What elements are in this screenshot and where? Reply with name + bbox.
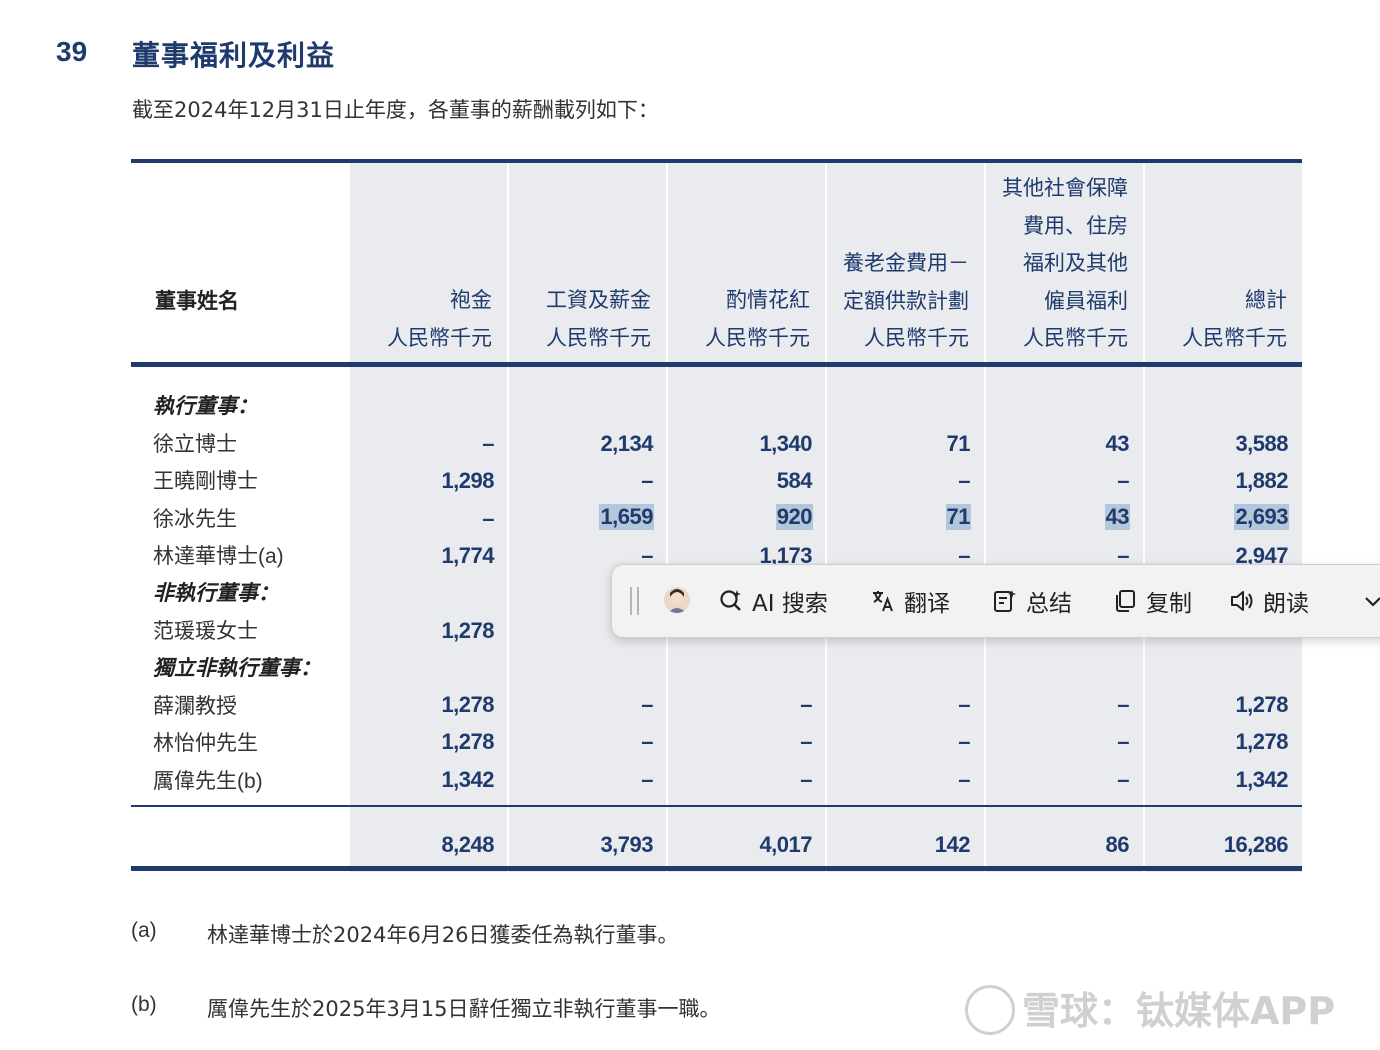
table-cell: 1,342 (1235, 767, 1288, 792)
chevron-down-icon (1365, 597, 1380, 607)
copy-label: 复制 (1146, 591, 1192, 617)
table-cell: 1,278 (441, 692, 494, 717)
selected-cell[interactable]: 71 (945, 504, 971, 530)
table-cell: – (958, 729, 970, 754)
table-cell: 43 (1105, 431, 1130, 456)
name-header: 董事姓名 (155, 289, 239, 313)
col-header-fees: 袍金 人民幣千元 (387, 288, 492, 350)
summary-icon (994, 590, 1016, 612)
drag-handle[interactable] (630, 587, 640, 615)
top-rule (131, 159, 1302, 163)
table-cell: 1,278 (441, 618, 494, 643)
footnote-text: 厲偉先生於2025年3月15日辭任獨立非執行董事一職。 (207, 997, 721, 1021)
table-cell: – (800, 692, 812, 717)
selection-toolbar: AI 搜索 翻译 总结 复制 朗读 (611, 564, 1380, 638)
table-cell: 1,340 (759, 431, 812, 456)
total-cell: 86 (1105, 832, 1130, 857)
col-header-other-benefits: 其他社會保障 費用、住房 福利及其他 僱員福利 人民幣千元 (1002, 176, 1128, 350)
footnote-text: 林達華博士於2024年6月26日獲委任為執行董事。 (207, 923, 679, 947)
table-cell: – (641, 468, 653, 493)
table-cell: – (482, 431, 494, 456)
section-title: 董事福利及利益 (132, 39, 336, 72)
director-name: 厲偉先生(b) (153, 769, 263, 793)
intro-text: 截至2024年12月31日止年度，各董事的薪酬載列如下： (132, 98, 659, 122)
copy-button[interactable]: 复制 (1112, 583, 1192, 619)
director-name: 薛瀾教授 (153, 694, 237, 718)
copy-icon (1116, 590, 1135, 612)
read-aloud-label: 朗读 (1263, 591, 1309, 617)
summary-button[interactable]: 总结 (992, 583, 1072, 619)
more-options-button[interactable] (1362, 583, 1380, 619)
col-header-bonus: 酌情花紅 人民幣千元 (705, 288, 810, 350)
group-executive: 執行董事： (153, 394, 258, 418)
section-number: 39 (56, 36, 88, 67)
bottom-rule (131, 866, 1302, 871)
ai-search-label: AI 搜索 (752, 591, 828, 617)
translate-icon (873, 591, 893, 612)
table-cell: 1,298 (441, 468, 494, 493)
director-name: 徐冰先生 (153, 507, 237, 531)
table-cell: – (958, 767, 970, 792)
director-name: 林達華博士(a) (153, 544, 284, 568)
speaker-icon (1231, 591, 1253, 611)
director-name: 林怡仲先生 (153, 731, 258, 755)
table-cell: 1,278 (1235, 729, 1288, 754)
table-cell: 2,134 (600, 431, 653, 456)
table-cell: 584 (776, 468, 813, 493)
table-cell: – (1117, 468, 1129, 493)
selected-cell[interactable]: 920 (775, 504, 813, 530)
table-cell: 1,882 (1235, 468, 1288, 493)
total-cell: 3,793 (600, 832, 653, 857)
table-cell: 3,588 (1235, 431, 1288, 456)
group-non-executive: 非執行董事： (153, 581, 279, 605)
table-cell: – (641, 729, 653, 754)
ai-search-icon (720, 590, 741, 611)
ai-search-button[interactable]: AI 搜索 (718, 583, 828, 619)
footnote-tag: (b) (131, 993, 157, 1016)
footnote-tag: (a) (131, 919, 157, 942)
total-cell: 4,017 (759, 832, 812, 857)
selected-cell[interactable]: 2,693 (1234, 504, 1289, 530)
subtotal-rule (131, 805, 1302, 807)
watermark: 雪球：钛媒体APP (1022, 989, 1336, 1033)
table-cell: – (641, 692, 653, 717)
table-cell: – (800, 767, 812, 792)
table-cell: – (641, 767, 653, 792)
selected-cell[interactable]: 43 (1104, 504, 1130, 530)
table-cell: – (958, 692, 970, 717)
translate-button[interactable]: 翻译 (870, 583, 950, 619)
selected-cell[interactable]: 1,659 (599, 504, 654, 530)
table-cell: – (482, 506, 494, 531)
watermark-logo-icon (965, 985, 1015, 1035)
table-cell: 1,278 (441, 729, 494, 754)
table-cell: 1,342 (441, 767, 494, 792)
director-name: 范瑗瑗女士 (153, 619, 258, 643)
total-cell: 8,248 (441, 832, 494, 857)
header-rule (131, 362, 1302, 367)
director-name: 王曉剛博士 (153, 469, 258, 493)
total-cell: 142 (934, 832, 971, 857)
col-header-total: 總計 人民幣千元 (1182, 288, 1287, 350)
table-cell: – (1117, 767, 1129, 792)
translate-label: 翻译 (904, 591, 950, 617)
summary-label: 总结 (1026, 591, 1072, 617)
director-name: 徐立博士 (153, 432, 237, 456)
table-cell: 71 (946, 431, 971, 456)
remuneration-table: 董事姓名 袍金 人民幣千元 工資及薪金 人民幣千元 酌情花紅 人民幣千元 養老金費用－… (131, 159, 1302, 872)
table-cell: 1,278 (1235, 692, 1288, 717)
group-independent: 獨立非執行董事： (153, 656, 321, 680)
read-aloud-button[interactable]: 朗读 (1229, 583, 1309, 619)
col-header-pension: 養老金費用－ 定額供款計劃 人民幣千元 (843, 251, 969, 350)
col-header-salaries: 工資及薪金 人民幣千元 (546, 288, 651, 350)
table-cell: – (958, 468, 970, 493)
table-cell: – (1117, 729, 1129, 754)
total-cell: 16,286 (1223, 832, 1289, 857)
table-cell: 1,774 (441, 543, 494, 568)
table-cell: – (1117, 692, 1129, 717)
assistant-avatar-icon[interactable] (664, 587, 690, 613)
table-cell: – (800, 729, 812, 754)
